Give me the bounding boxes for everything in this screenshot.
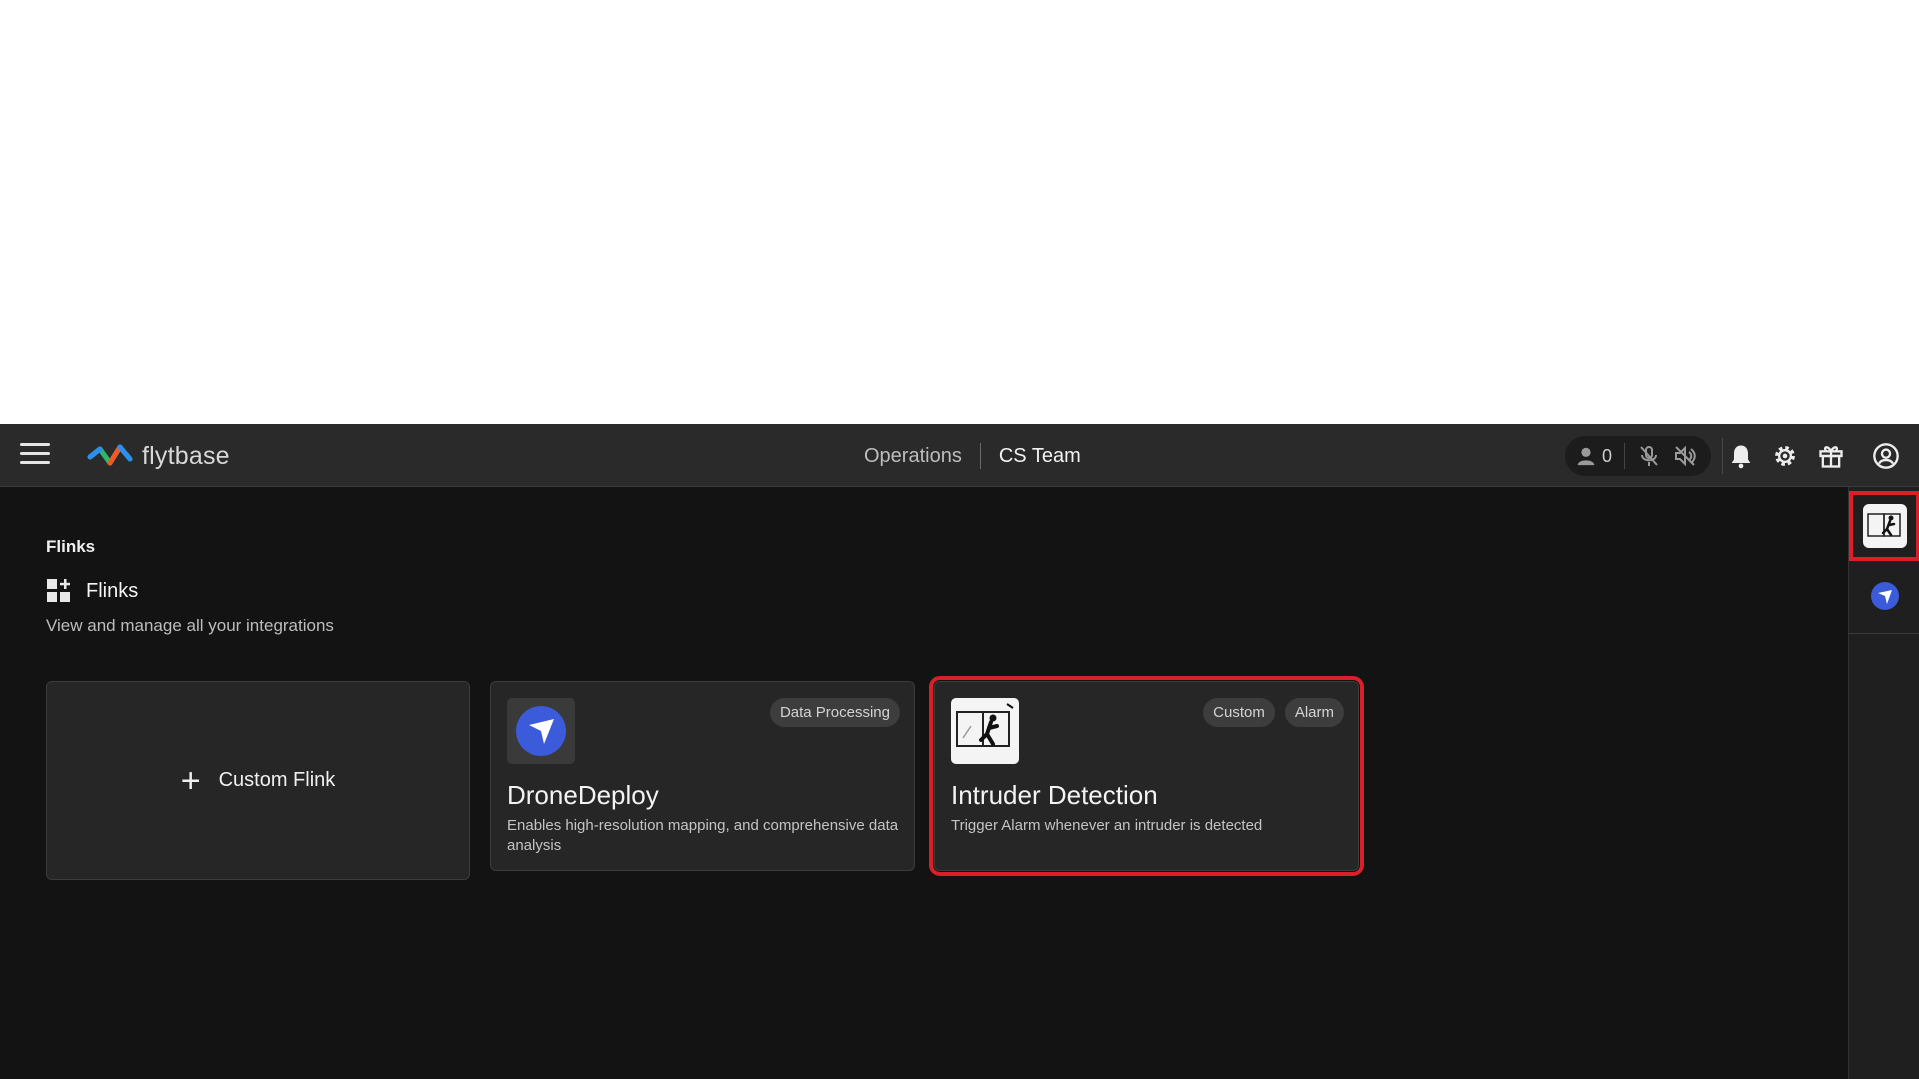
grid-icon — [47, 579, 70, 602]
mic-off-icon[interactable] — [1637, 444, 1661, 468]
tag-list: Data Processing — [760, 698, 900, 727]
flink-sidebar — [1848, 487, 1919, 1079]
dronedeploy-icon — [1870, 582, 1899, 610]
account-icon[interactable] — [1872, 442, 1900, 470]
top-bar: flytbase Operations CS Team 0 — [0, 424, 1919, 487]
blank-area — [0, 0, 1919, 424]
card-description: Enables high-resolution mapping, and com… — [507, 817, 899, 854]
card-title: DroneDeploy — [507, 780, 659, 810]
sidebar-item-dronedeploy[interactable] — [1849, 561, 1919, 631]
breadcrumb-workspace[interactable]: Operations — [864, 445, 962, 468]
flytbase-logo-icon — [87, 444, 133, 466]
tag-badge: Custom — [1203, 698, 1275, 727]
sidebar-divider — [1849, 633, 1919, 634]
gear-icon[interactable] — [1771, 442, 1799, 470]
gift-icon[interactable] — [1817, 442, 1845, 470]
page-title: Flinks — [86, 579, 139, 602]
page-subtitle: View and manage all your integrations — [46, 616, 334, 635]
tag-list: Custom Alarm — [1193, 698, 1344, 727]
user-icon — [1577, 447, 1595, 466]
toolbar-divider — [1722, 438, 1723, 474]
tag-badge: Data Processing — [769, 698, 900, 727]
online-users[interactable]: 0 — [1575, 445, 1612, 467]
speaker-off-icon[interactable] — [1673, 444, 1697, 468]
tag-badge: Alarm — [1284, 698, 1344, 727]
pill-divider — [1624, 443, 1626, 469]
user-count: 0 — [1602, 445, 1613, 466]
page-heading: Flinks — [46, 578, 138, 604]
breadcrumb-team[interactable]: CS Team — [999, 445, 1081, 468]
logo[interactable]: flytbase — [86, 439, 230, 473]
dronedeploy-icon — [507, 698, 575, 764]
intruder-icon — [1862, 504, 1907, 548]
intruder-detection-card[interactable]: Custom Alarm Intruder Detection Trigger … — [929, 676, 1364, 876]
logo-text: flytbase — [142, 441, 230, 470]
card-description: Trigger Alarm whenever an intruder is de… — [951, 817, 1263, 834]
bell-icon[interactable] — [1727, 442, 1755, 470]
menu-icon[interactable] — [20, 443, 50, 467]
session-controls: 0 — [1565, 436, 1711, 476]
custom-flink-card[interactable]: + Custom Flink — [46, 681, 470, 880]
custom-flink-label: Custom Flink — [218, 769, 336, 791]
card-title: Intruder Detection — [951, 780, 1158, 810]
breadcrumb-divider — [979, 443, 981, 469]
sidebar-item-intruder-detection[interactable] — [1849, 491, 1919, 561]
app-window: flytbase Operations CS Team 0 Flinks Fli… — [0, 424, 1919, 1079]
breadcrumb: Operations CS Team — [864, 442, 1081, 470]
plus-icon: + — [180, 761, 201, 800]
intruder-icon — [951, 698, 1019, 764]
dronedeploy-card[interactable]: Data Processing DroneDeploy Enables high… — [490, 681, 915, 871]
section-title: Flinks — [46, 537, 96, 556]
